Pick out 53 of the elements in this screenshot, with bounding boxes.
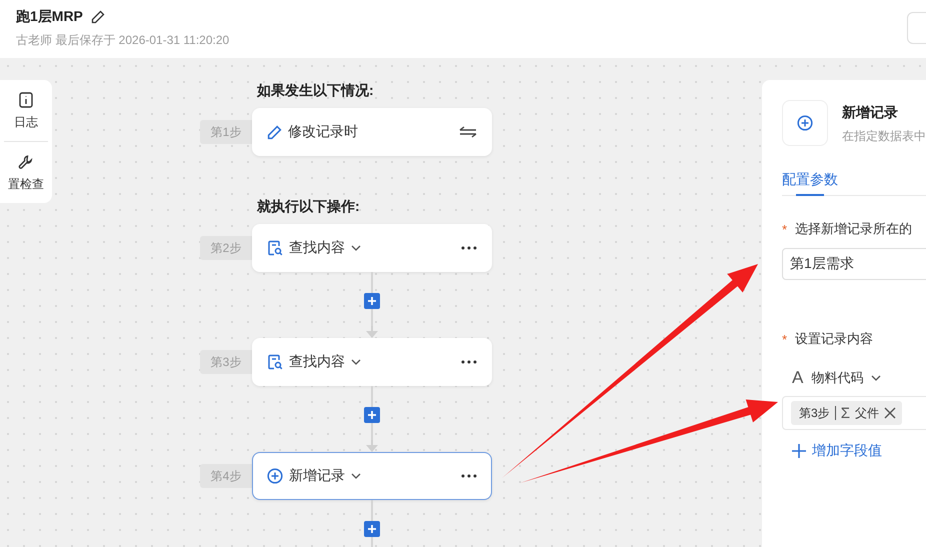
chevron-down-icon[interactable] xyxy=(351,473,361,479)
add-circle-icon xyxy=(797,115,813,131)
panel-description: 在指定数据表中 xyxy=(842,128,926,145)
field-label: 设置记录内容 xyxy=(795,330,874,348)
step-label: 第1步 xyxy=(200,120,252,144)
add-circle-icon xyxy=(267,468,283,484)
more-icon[interactable] xyxy=(461,360,477,364)
step-label: 第3步 xyxy=(200,350,252,374)
wrench-icon xyxy=(18,154,34,170)
tool-label[interactable]: 置检查 xyxy=(8,176,44,193)
trigger-card[interactable]: 修改记录时 xyxy=(252,108,492,156)
add-step-button[interactable] xyxy=(364,293,380,309)
text-type-icon: A xyxy=(792,368,804,388)
add-step-button[interactable] xyxy=(364,407,380,423)
action-card[interactable]: 新增记录 xyxy=(252,452,492,500)
plus-icon xyxy=(367,296,377,306)
chevron-down-icon[interactable] xyxy=(351,359,361,365)
action-heading: 就执行以下操作: xyxy=(257,198,361,216)
workflow-title: 跑1层MRP xyxy=(16,8,83,26)
action-card[interactable]: 查找内容 xyxy=(252,224,492,272)
plus-icon xyxy=(367,410,377,420)
add-step-button[interactable] xyxy=(364,521,380,537)
tag-name: 父件 xyxy=(854,404,879,422)
plus-icon xyxy=(792,444,806,458)
swap-icon[interactable] xyxy=(459,126,477,138)
chevron-down-icon[interactable] xyxy=(351,245,361,251)
more-icon[interactable] xyxy=(461,246,477,250)
chevron-down-icon[interactable] xyxy=(871,375,882,381)
plus-icon xyxy=(367,524,377,534)
more-icon[interactable] xyxy=(461,474,477,478)
info-document-icon xyxy=(19,92,33,108)
value-field[interactable]: 第3步 Σ 父件 xyxy=(782,396,926,430)
add-field-value-link[interactable]: 增加字段值 xyxy=(782,442,882,460)
search-document-icon xyxy=(267,354,283,370)
search-document-icon xyxy=(267,240,283,256)
step-label: 第4步 xyxy=(200,464,252,488)
tool-label[interactable]: 日志 xyxy=(14,114,38,131)
required-mark: * xyxy=(782,222,788,236)
required-mark: * xyxy=(782,332,788,346)
pencil-icon xyxy=(267,124,282,140)
tag-step: 第3步 xyxy=(799,404,830,422)
panel-title: 新增记录 xyxy=(842,104,899,122)
tab[interactable]: 配置参数 xyxy=(782,170,838,195)
close-icon[interactable] xyxy=(884,407,896,419)
field-label: 选择新增记录所在的 xyxy=(795,220,912,238)
field-name[interactable]: 物料代码 xyxy=(811,369,864,387)
edit-icon[interactable] xyxy=(90,10,105,24)
trigger-heading: 如果发生以下情况: xyxy=(257,82,375,100)
action-card[interactable]: 查找内容 xyxy=(252,338,492,386)
table-select[interactable]: 第1层需求 xyxy=(782,248,926,280)
save-info: 古老师 最后保存于 2026-01-31 11:20:20 xyxy=(16,32,230,49)
sum-icon: Σ xyxy=(840,404,850,422)
step-label: 第2步 xyxy=(200,236,252,260)
